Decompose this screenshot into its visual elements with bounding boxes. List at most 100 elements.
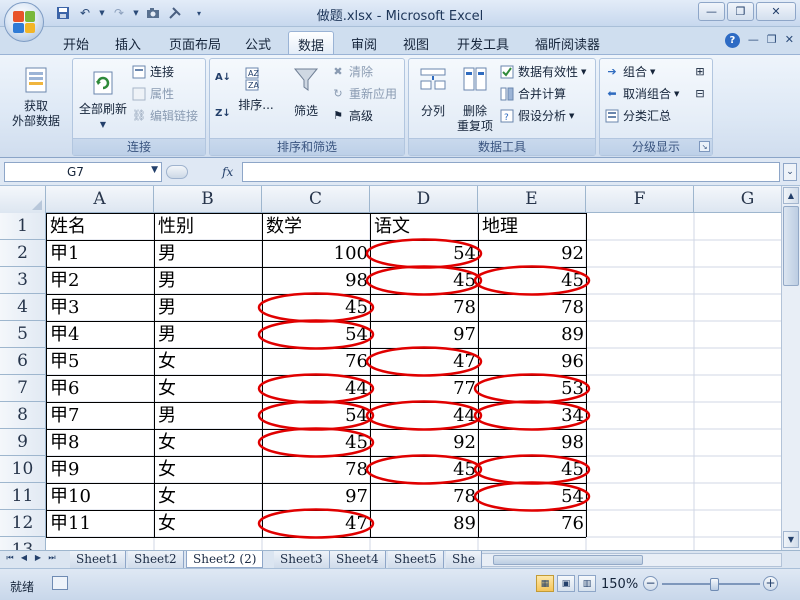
table-cell[interactable]: 45: [478, 456, 586, 483]
tools-icon[interactable]: [166, 4, 184, 22]
table-cell[interactable]: 78: [370, 483, 478, 510]
row-header-8[interactable]: 8: [0, 402, 46, 429]
prev-sheet-icon[interactable]: ◀: [18, 553, 30, 563]
table-cell[interactable]: 92: [370, 429, 478, 456]
scroll-down-icon[interactable]: ▼: [783, 531, 799, 548]
refresh-all-button[interactable]: 全部刷新 ▼: [75, 67, 131, 132]
row-header-5[interactable]: 5: [0, 321, 46, 348]
sort-ascending-button[interactable]: A↓: [215, 69, 231, 85]
tab-insert[interactable]: 插入: [106, 31, 150, 54]
table-cell[interactable]: 76: [262, 348, 370, 375]
table-cell[interactable]: 男: [154, 321, 262, 348]
table-cell[interactable]: 45: [370, 267, 478, 294]
table-cell[interactable]: 78: [370, 294, 478, 321]
row-header-6[interactable]: 6: [0, 348, 46, 375]
close-icon[interactable]: ✕: [785, 33, 794, 48]
zoom-slider-thumb[interactable]: [710, 578, 719, 591]
connections-button[interactable]: 连接: [131, 63, 174, 80]
table-cell[interactable]: 甲9: [46, 456, 154, 483]
vertical-scroll-thumb[interactable]: [783, 206, 799, 286]
table-cell[interactable]: 男: [154, 294, 262, 321]
table-cell[interactable]: 甲7: [46, 402, 154, 429]
table-cell[interactable]: 女: [154, 456, 262, 483]
table-cell[interactable]: 45: [370, 456, 478, 483]
table-cell[interactable]: 98: [262, 267, 370, 294]
tab-page-layout[interactable]: 页面布局: [160, 31, 230, 54]
column-header-a[interactable]: A: [46, 186, 154, 213]
horizontal-scrollbar[interactable]: [478, 553, 782, 567]
insert-function-icon[interactable]: fx: [222, 165, 233, 179]
column-header-e[interactable]: E: [478, 186, 586, 213]
table-cell[interactable]: 甲6: [46, 375, 154, 402]
formula-toggle[interactable]: [166, 165, 188, 179]
table-cell[interactable]: 男: [154, 402, 262, 429]
table-cell[interactable]: 97: [262, 483, 370, 510]
table-cell[interactable]: 45: [262, 294, 370, 321]
minimize-icon[interactable]: —: [748, 33, 759, 48]
table-cell[interactable]: 77: [370, 375, 478, 402]
row-header-12[interactable]: 12: [0, 510, 46, 537]
table-cell[interactable]: 89: [370, 510, 478, 537]
tab-review[interactable]: 审阅: [342, 31, 386, 54]
header-cell[interactable]: 姓名: [46, 213, 154, 240]
column-header-f[interactable]: F: [586, 186, 694, 213]
tab-foxit-reader[interactable]: 福昕阅读器: [526, 31, 609, 54]
table-cell[interactable]: 47: [370, 348, 478, 375]
table-cell[interactable]: 甲5: [46, 348, 154, 375]
edit-links-button[interactable]: ⛓ 编辑链接: [131, 107, 198, 124]
header-cell[interactable]: 数学: [262, 213, 370, 240]
sheet-tab[interactable]: Sheet3: [274, 551, 330, 568]
filter-button[interactable]: 筛选: [286, 63, 326, 119]
minimize-icon[interactable]: —: [698, 2, 725, 21]
row-header-2[interactable]: 2: [0, 240, 46, 267]
table-cell[interactable]: 甲1: [46, 240, 154, 267]
chevron-down-icon[interactable]: ▼: [151, 165, 158, 175]
header-cell[interactable]: 性别: [154, 213, 262, 240]
sheet-tab[interactable]: Sheet2: [128, 551, 184, 568]
text-to-columns-button[interactable]: 分列: [413, 63, 453, 119]
advanced-button[interactable]: ⚑ 高级: [330, 107, 373, 124]
header-cell[interactable]: 地理: [478, 213, 586, 240]
expand-formula-bar-icon[interactable]: ⌄: [783, 163, 797, 181]
dialog-launcher-icon[interactable]: ↘: [699, 141, 710, 152]
table-cell[interactable]: 女: [154, 375, 262, 402]
worksheet-grid[interactable]: ABCDEFG 1 2 3 4 5 6 7 8 9 10 11 12 13 姓名 性别 数学 语文 地理 甲1 男 1…: [0, 186, 781, 550]
macro-record-icon[interactable]: [52, 576, 68, 590]
table-cell[interactable]: 甲3: [46, 294, 154, 321]
next-sheet-icon[interactable]: ▶: [32, 553, 44, 563]
help-icon[interactable]: ?: [724, 33, 740, 48]
tab-developer[interactable]: 开发工具: [448, 31, 518, 54]
table-cell[interactable]: 男: [154, 267, 262, 294]
zoom-in-icon[interactable]: +: [763, 576, 778, 591]
sheet-tab[interactable]: Sheet2 (2): [186, 551, 264, 568]
reapply-button[interactable]: ↻ 重新应用: [330, 85, 397, 102]
table-cell[interactable]: 男: [154, 240, 262, 267]
header-cell[interactable]: 语文: [370, 213, 478, 240]
close-icon[interactable]: ✕: [756, 2, 796, 21]
row-header-10[interactable]: 10: [0, 456, 46, 483]
group-button[interactable]: ➔ 组合 ▼: [604, 63, 655, 80]
column-header-d[interactable]: D: [370, 186, 478, 213]
row-header-9[interactable]: 9: [0, 429, 46, 456]
row-header-11[interactable]: 11: [0, 483, 46, 510]
zoom-level[interactable]: 150%: [601, 577, 638, 592]
table-cell[interactable]: 女: [154, 429, 262, 456]
sheet-tab[interactable]: Sheet4: [330, 551, 386, 568]
scroll-up-icon[interactable]: ▲: [783, 187, 799, 204]
page-layout-view-icon[interactable]: ▣: [557, 575, 575, 592]
last-sheet-icon[interactable]: ⏭: [46, 553, 58, 563]
table-cell[interactable]: 100: [262, 240, 370, 267]
formula-input[interactable]: [242, 162, 780, 182]
row-header-7[interactable]: 7: [0, 375, 46, 402]
what-if-analysis-button[interactable]: ? 假设分析 ▼: [499, 107, 574, 124]
remove-duplicates-button[interactable]: 删除 重复项: [455, 63, 495, 134]
table-cell[interactable]: 女: [154, 483, 262, 510]
data-validation-button[interactable]: 数据有效性 ▼: [499, 63, 586, 80]
column-header-g[interactable]: G: [694, 186, 781, 213]
table-cell[interactable]: 甲8: [46, 429, 154, 456]
table-cell[interactable]: 44: [262, 375, 370, 402]
table-cell[interactable]: 54: [262, 321, 370, 348]
customize-qat-icon[interactable]: ▾: [194, 4, 204, 22]
office-button[interactable]: [4, 2, 44, 42]
clear-button[interactable]: ✖ 清除: [330, 63, 373, 80]
